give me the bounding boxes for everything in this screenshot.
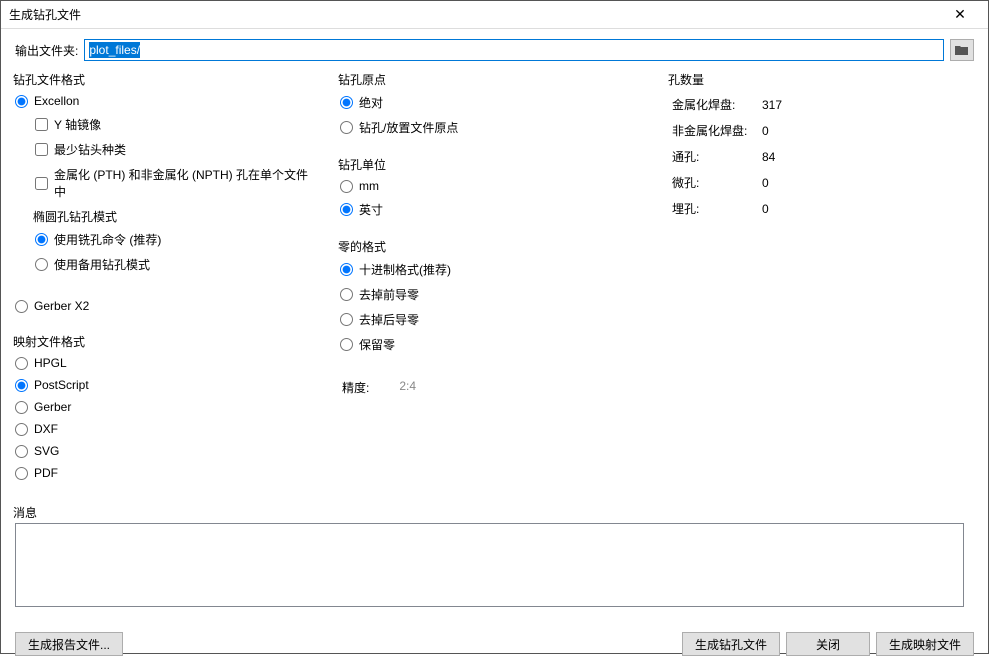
holes-legend: 孔数量 <box>666 71 706 88</box>
units-group: 钻孔单位 mm 英寸 <box>340 156 650 232</box>
ellipse-group: 椭圆孔钻孔模式 使用铣孔命令 (推荐) 使用备用钻孔模式 <box>35 208 310 287</box>
origin-legend: 钻孔原点 <box>336 71 388 88</box>
radio-drop-leading[interactable]: 去掉前导零 <box>340 282 640 307</box>
zeros-legend: 零的格式 <box>336 238 388 255</box>
precision-value: 2:4 <box>399 379 416 396</box>
zeros-group: 零的格式 十进制格式(推荐) 去掉前导零 去掉后导零 保留零 <box>340 238 650 367</box>
radio-svg[interactable]: SVG <box>15 440 310 462</box>
radio-decimal[interactable]: 十进制格式(推荐) <box>340 257 640 282</box>
radio-use-mill[interactable]: 使用铣孔命令 (推荐) <box>35 227 300 252</box>
button-bar: 生成报告文件... 生成钻孔文件 关闭 生成映射文件 <box>1 632 988 666</box>
radio-postscript[interactable]: PostScript <box>15 374 310 396</box>
radio-pdf[interactable]: PDF <box>15 462 310 484</box>
radio-dxf[interactable]: DXF <box>15 418 310 440</box>
holes-plated-value: 317 <box>762 92 802 118</box>
radio-gerber-x2[interactable]: Gerber X2 <box>15 295 310 317</box>
holes-nonplated-value: 0 <box>762 118 802 144</box>
holes-micro-value: 0 <box>762 170 802 196</box>
col-left: 钻孔文件格式 Excellon Y 轴镜像 最少钻头种类 金属化 (PTH) 和… <box>15 71 320 500</box>
radio-keep-zeros[interactable]: 保留零 <box>340 332 640 357</box>
content: 输出文件夹: plot_files/ 钻孔文件格式 Excellon Y 轴镜像 <box>1 29 988 632</box>
messages-textarea[interactable] <box>15 523 964 607</box>
radio-hpgl[interactable]: HPGL <box>15 352 310 374</box>
col-middle: 钻孔原点 绝对 钻孔/放置文件原点 钻孔单位 mm 英寸 <box>340 71 650 500</box>
output-row: 输出文件夹: plot_files/ <box>15 39 974 61</box>
close-icon[interactable]: ✕ <box>940 1 980 29</box>
holes-through-value: 84 <box>762 144 802 170</box>
messages-group: 消息 <box>15 504 974 620</box>
radio-gerber[interactable]: Gerber <box>15 396 310 418</box>
main-grid: 钻孔文件格式 Excellon Y 轴镜像 最少钻头种类 金属化 (PTH) 和… <box>15 71 974 500</box>
check-pth-npth[interactable]: 金属化 (PTH) 和非金属化 (NPTH) 孔在单个文件中 <box>15 162 310 204</box>
close-button[interactable]: 关闭 <box>786 632 870 656</box>
folder-icon <box>955 44 969 56</box>
radio-use-alt[interactable]: 使用备用钻孔模式 <box>35 252 300 277</box>
radio-mm[interactable]: mm <box>340 175 640 197</box>
check-min-heads[interactable]: 最少钻头种类 <box>15 137 310 162</box>
precision-row: 精度: 2:4 <box>340 373 650 396</box>
drill-format-legend: 钻孔文件格式 <box>11 71 87 88</box>
radio-excellon[interactable]: Excellon <box>15 90 310 112</box>
precision-label: 精度: <box>342 379 369 396</box>
col-right: 孔数量 金属化焊盘:317 非金属化焊盘:0 通孔:84 微孔:0 埋孔:0 <box>670 71 974 500</box>
window-title: 生成钻孔文件 <box>9 6 940 23</box>
radio-inch[interactable]: 英寸 <box>340 197 640 222</box>
generate-report-button[interactable]: 生成报告文件... <box>15 632 123 656</box>
radio-absolute[interactable]: 绝对 <box>340 90 640 115</box>
generate-drill-button[interactable]: 生成钻孔文件 <box>682 632 780 656</box>
holes-group: 孔数量 金属化焊盘:317 非金属化焊盘:0 通孔:84 微孔:0 埋孔:0 <box>670 71 974 232</box>
holes-buried-value: 0 <box>762 196 802 222</box>
units-legend: 钻孔单位 <box>336 156 388 173</box>
browse-folder-button[interactable] <box>950 39 974 61</box>
messages-legend: 消息 <box>11 504 39 521</box>
radio-drop-trailing[interactable]: 去掉后导零 <box>340 307 640 332</box>
generate-map-button[interactable]: 生成映射文件 <box>876 632 974 656</box>
radio-drill-place[interactable]: 钻孔/放置文件原点 <box>340 115 640 140</box>
output-folder-input[interactable]: plot_files/ <box>84 39 944 61</box>
titlebar: 生成钻孔文件 ✕ <box>1 1 988 29</box>
map-format-legend: 映射文件格式 <box>11 333 87 350</box>
ellipse-legend: 椭圆孔钻孔模式 <box>31 208 119 225</box>
origin-group: 钻孔原点 绝对 钻孔/放置文件原点 <box>340 71 650 150</box>
output-label: 输出文件夹: <box>15 42 78 59</box>
check-y-mirror[interactable]: Y 轴镜像 <box>15 112 310 137</box>
drill-format-group: 钻孔文件格式 Excellon Y 轴镜像 最少钻头种类 金属化 (PTH) 和… <box>15 71 320 327</box>
holes-table: 金属化焊盘:317 非金属化焊盘:0 通孔:84 微孔:0 埋孔:0 <box>670 90 964 222</box>
map-format-group: 映射文件格式 HPGL PostScript Gerber DXF <box>15 333 320 494</box>
